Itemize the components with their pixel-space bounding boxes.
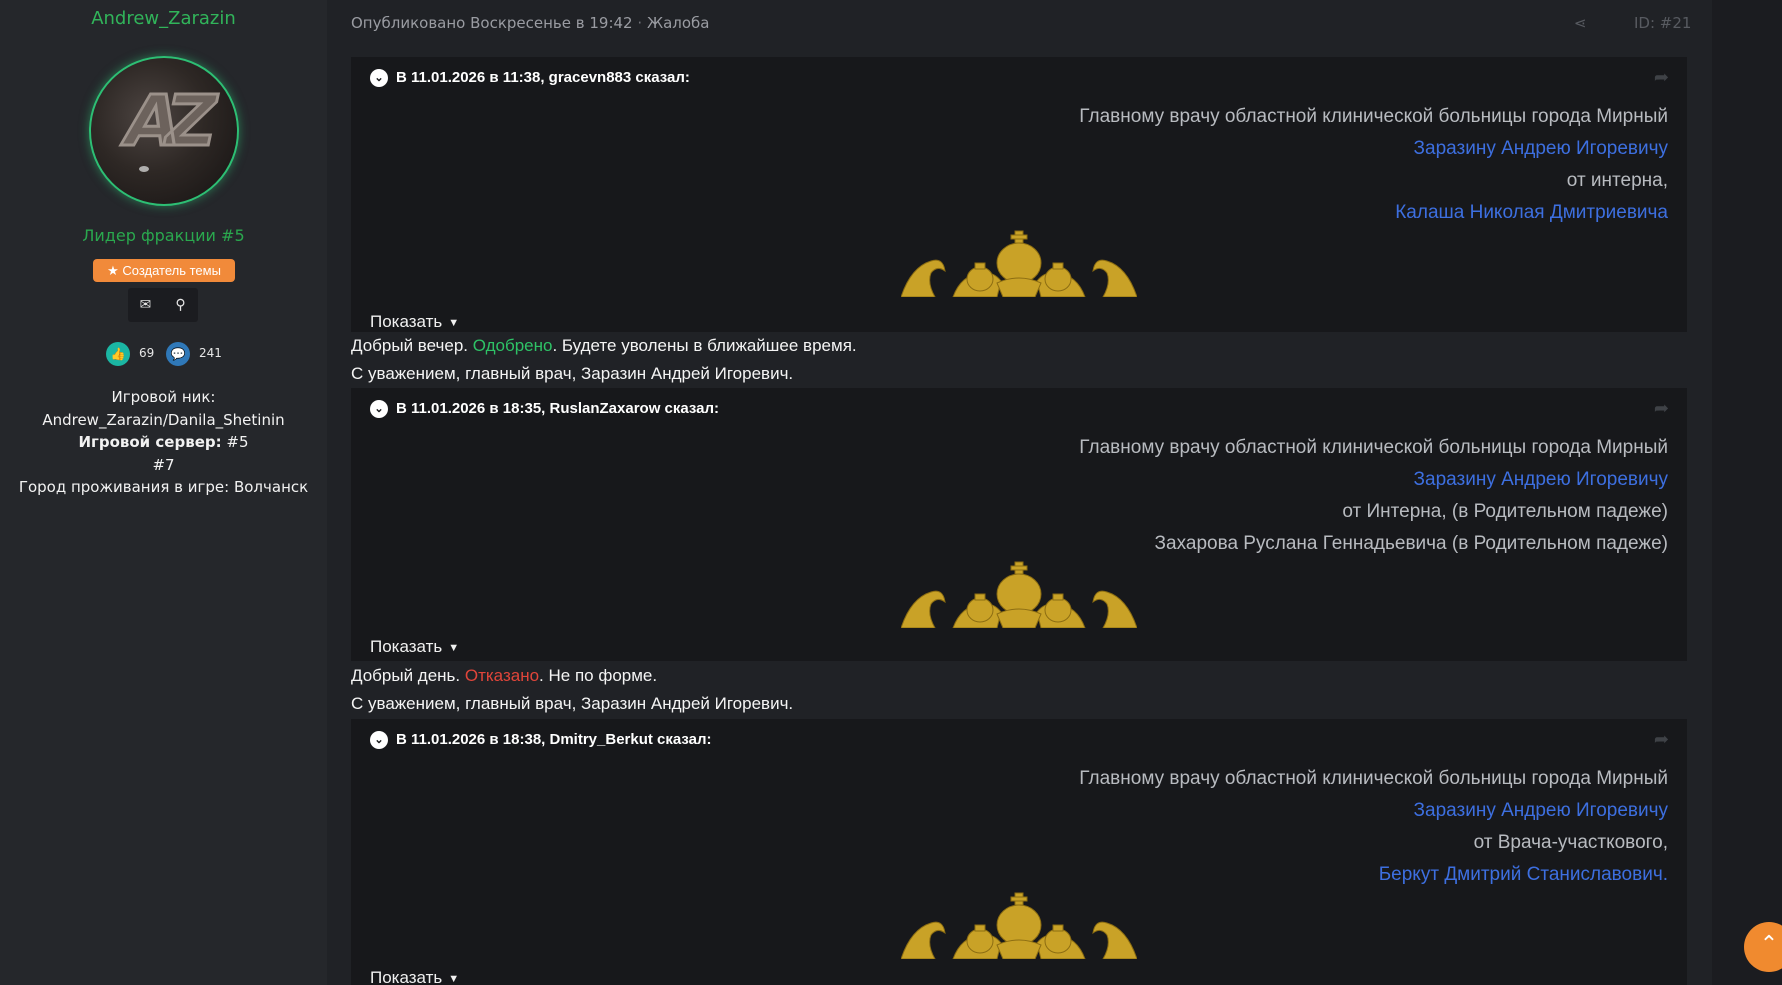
city-label: Город проживания в игре: [18,478,230,496]
quote-line: Заразину Андрею Игоревичу [1413,800,1668,821]
quote-attribution: В 11.01.2026 в 18:38, Dmitry_Berkut сказ… [396,731,712,748]
caret-down-icon: ▼ [448,316,460,329]
quote-line: Калаша Николая Дмитриевича [1395,202,1668,223]
nick-label: Игровой ник: [111,388,216,406]
author-stats: 👍 69 💬 241 [0,342,327,366]
report-link[interactable]: Жалоба [647,14,710,32]
speech-bubble-icon: 💬 [166,342,190,366]
quote-header[interactable]: ⌄ В 11.01.2026 в 18:35, RuslanZaxarow ска… [370,400,720,419]
reply-arrow-icon[interactable]: ➦ [1654,729,1669,750]
show-more-button[interactable]: Показать ▼ [370,637,459,657]
messages-count: 241 [199,346,222,360]
reply-arrow-icon[interactable]: ➦ [1654,67,1669,88]
city-row: Город проживания в игре: Волчанск [0,476,327,499]
avatar-logo: AZ [115,79,212,164]
search-button[interactable]: ⚲ [163,288,198,322]
show-more-label: Показать [370,968,443,985]
meta-separator: · [637,14,643,32]
city-value: Волчанск [233,478,309,496]
chevron-down-icon[interactable]: ⌄ [370,400,388,419]
chevron-up-icon: ⌃ [1759,932,1779,957]
envelope-icon: ✉ [139,297,152,313]
author-username[interactable]: Andrew_Zarazin [0,8,327,29]
post-id[interactable]: ID: #21 [1634,14,1691,32]
quote-attribution: В 11.01.2026 в 11:38, gracevn883 сказал: [396,69,690,86]
faction-title: Лидер фракции #5 [82,226,245,245]
status-approved: Одобрено [472,336,553,355]
quote-block: ⌄ В 11.01.2026 в 18:35, RuslanZaxarow ска… [351,388,1687,661]
chevron-down-icon[interactable]: ⌄ [370,69,388,88]
quote-header[interactable]: ⌄ В 11.01.2026 в 18:38, Dmitry_Berkut ска… [370,731,712,750]
reply-line: Добрый вечер. Одобрено. Будете уволены в… [351,336,857,356]
crown-emblem-image [901,230,1137,297]
quote-line: Захарова Руслана Геннадьевича (в Родител… [1154,533,1668,554]
quote-text: Главному врачу областной клинической бол… [1079,101,1668,229]
avatar[interactable]: AZ [89,56,239,206]
server-extra: #7 [152,455,175,474]
author-actions: ✉ ⚲ [128,288,198,322]
likes-count: 69 [139,346,155,360]
server-label: Игровой сервер: [78,433,222,451]
share-icon[interactable]: ⋖ [1574,14,1587,32]
quote-line: Беркут Дмитрий Станиславович. [1378,864,1668,885]
show-more-button[interactable]: Показать ▼ [370,968,459,985]
badge-label: Создатель темы [122,263,221,278]
reply-message: . Будете уволены в ближайшее время. [552,336,857,355]
quote-line: Главному врачу областной клинической бол… [1079,437,1668,458]
post-meta: Опубликовано Воскресенье в 19:42 · Жалоб… [351,14,710,32]
reply-signature: С уважением, главный врач, Заразин Андре… [351,364,794,383]
reply-line: Добрый день. Отказано. Не по форме. [351,666,657,686]
caret-down-icon: ▼ [448,641,460,654]
author-panel: Andrew_Zarazin AZ Лидер фракции #5 ★ Соз… [0,0,327,985]
search-icon: ⚲ [175,297,186,313]
quote-block: ⌄ В 11.01.2026 в 18:38, Dmitry_Berkut ска… [351,719,1687,985]
show-more-label: Показать [370,312,443,331]
quote-block: ⌄ В 11.01.2026 в 11:38, gracevn883 сказал… [351,57,1687,332]
author-info: Игровой ник: Andrew_Zarazin/Danila_Sheti… [0,386,327,499]
quote-line: Заразину Андрею Игоревичу [1413,469,1668,490]
avatar-light [139,166,149,172]
quote-line: от Врача-участкового, [1473,832,1668,853]
quote-line: Заразину Андрею Игоревичу [1413,138,1668,159]
crown-emblem-image [901,561,1137,628]
message-button[interactable]: ✉ [128,288,163,322]
server-row: Игровой сервер: #5 [0,431,327,454]
server-value: #5 [226,433,249,451]
show-more-button[interactable]: Показать ▼ [370,312,459,332]
show-more-label: Показать [370,637,443,656]
reply-arrow-icon[interactable]: ➦ [1654,398,1669,419]
quote-header[interactable]: ⌄ В 11.01.2026 в 11:38, gracevn883 сказал… [370,69,690,88]
forum-post-page: Andrew_Zarazin AZ Лидер фракции #5 ★ Соз… [0,0,1782,985]
star-icon: ★ [107,263,119,278]
quote-text: Главному врачу областной клинической бол… [1079,763,1668,891]
quote-line: Главному врачу областной клинической бол… [1079,768,1668,789]
quote-line: от Интерна, (в Родительном падеже) [1342,501,1668,522]
quote-attribution: В 11.01.2026 в 18:35, RuslanZaxarow сказ… [396,400,720,417]
quote-line: от интерна, [1566,170,1668,191]
reply-greeting: Добрый вечер. [351,336,473,355]
nick-value: Andrew_Zarazin/Danila_Shetinin [42,410,285,429]
caret-down-icon: ▼ [448,972,460,985]
published-date[interactable]: Опубликовано Воскресенье в 19:42 [351,14,633,32]
thumbs-up-icon: 👍 [106,342,130,366]
quote-text: Главному врачу областной клинической бол… [1079,432,1668,560]
chevron-down-icon[interactable]: ⌄ [370,731,388,750]
reply-greeting: Добрый день. [351,666,465,685]
right-gutter [1712,0,1782,985]
topic-creator-badge: ★ Создатель темы [93,259,235,282]
quote-line: Главному врачу областной клинической бол… [1079,106,1668,127]
reply-signature: С уважением, главный врач, Заразин Андре… [351,694,794,713]
status-rejected: Отказано [464,666,540,685]
crown-emblem-image [901,892,1137,959]
reply-message: . Не по форме. [539,666,658,685]
